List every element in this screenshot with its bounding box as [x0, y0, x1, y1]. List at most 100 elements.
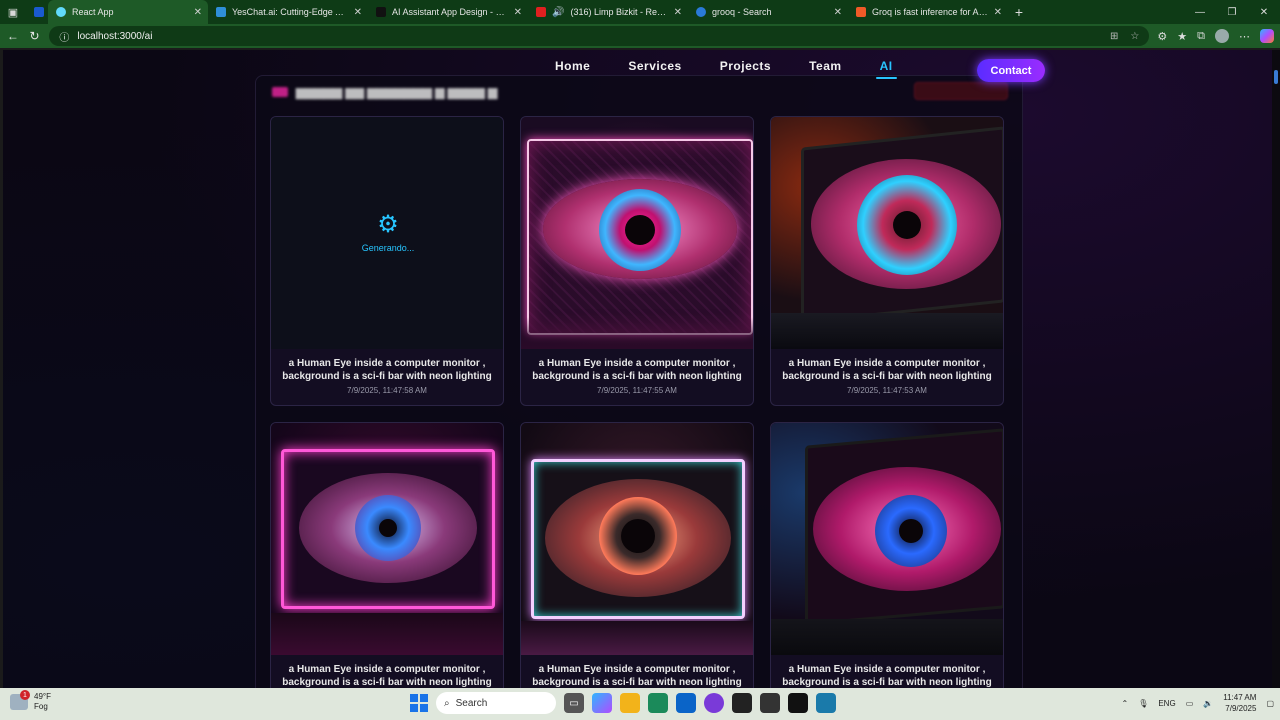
- close-tab-icon[interactable]: ✕: [994, 7, 1002, 18]
- tab-title: Groq is fast inference for AI build: [872, 7, 988, 17]
- windows-start-icon[interactable]: [410, 694, 428, 712]
- weather-widget[interactable]: 1 49°F Fog: [10, 690, 51, 712]
- minimize-icon[interactable]: —: [1184, 0, 1216, 24]
- tab-title: (316) Limp Bizkit - Re-Arrang: [570, 7, 667, 17]
- image-loading-placeholder: ⚙ Generando...: [271, 117, 503, 349]
- gallery-header-icon: [272, 87, 288, 97]
- tab-title: React App: [72, 7, 114, 17]
- generated-image[interactable]: [521, 423, 753, 655]
- search-icon: [696, 7, 706, 17]
- image-caption: a Human Eye inside a computer monitor , …: [782, 358, 992, 382]
- react-icon: [56, 7, 66, 17]
- notepad-icon[interactable]: [816, 693, 836, 713]
- loading-text: Generando...: [361, 243, 415, 253]
- volume-icon[interactable]: 🔉: [1203, 699, 1213, 708]
- notification-badge: 1: [20, 690, 30, 700]
- more-menu-icon[interactable]: ⋯: [1239, 30, 1250, 43]
- close-tab-icon[interactable]: ✕: [194, 7, 202, 18]
- page-scrollbar[interactable]: [1272, 50, 1280, 688]
- tab-youtube[interactable]: 🔊 (316) Limp Bizkit - Re-Arrang ✕: [528, 0, 688, 24]
- task-view-icon[interactable]: ▭: [564, 693, 584, 713]
- system-tray: ⌃ 🎙 ENG ▭ 🔉 11:47 AM 7/9/2025 ▢: [1121, 692, 1274, 714]
- search-icon: [34, 7, 44, 17]
- taskbar-search[interactable]: ⌕ Search: [436, 692, 556, 714]
- favorites-icon[interactable]: ★: [1177, 30, 1187, 43]
- image-card[interactable]: a Human Eye inside a computer monitor , …: [520, 422, 754, 688]
- browser-tab-strip: ▣ React App ✕ YesChat.ai: Cutting-Edge A…: [0, 0, 1280, 24]
- windows-taskbar: 1 49°F Fog ⌕ Search ▭ ⌃ 🎙 ENG ▭ 🔉 11:47 …: [0, 688, 1280, 720]
- page-viewport: Home Services Projects Team AI Contact ▆…: [3, 50, 1272, 688]
- app-icon[interactable]: [704, 693, 724, 713]
- terminal-icon[interactable]: [732, 693, 752, 713]
- taskbar-apps: ⌕ Search ▭: [410, 692, 836, 714]
- clock[interactable]: 11:47 AM 7/9/2025: [1223, 692, 1256, 714]
- nav-ai[interactable]: AI: [875, 59, 897, 79]
- chevron-up-icon[interactable]: ⌃: [1121, 699, 1128, 708]
- collections-icon[interactable]: ⧉: [1197, 30, 1205, 43]
- edge-icon[interactable]: [648, 693, 668, 713]
- file-explorer-icon[interactable]: [620, 693, 640, 713]
- tab-pinned[interactable]: [26, 0, 48, 24]
- restore-icon[interactable]: ❐: [1216, 0, 1248, 24]
- weather-desc: Fog: [34, 702, 48, 711]
- contact-button[interactable]: Contact: [977, 59, 1045, 82]
- tab-title: YesChat.ai: Cutting-Edge AI Mode: [232, 7, 348, 17]
- image-card[interactable]: a Human Eye inside a computer monitor , …: [770, 116, 1004, 406]
- image-timestamp: 7/9/2025, 11:47:55 AM: [597, 386, 677, 395]
- generated-image[interactable]: [771, 117, 1003, 349]
- tab-title: grooq - Search: [712, 7, 772, 17]
- close-tab-icon[interactable]: ✕: [514, 7, 522, 18]
- image-card[interactable]: ⚙ Generando... a Human Eye inside a comp…: [270, 116, 504, 406]
- search-icon: ⌕: [444, 697, 450, 709]
- tab-groq[interactable]: Groq is fast inference for AI build ✕: [848, 0, 1008, 24]
- app-available-icon[interactable]: ⊞: [1110, 31, 1118, 42]
- generated-image[interactable]: [271, 423, 503, 655]
- tab-actions-icon[interactable]: ▣: [0, 0, 26, 24]
- tab-yeschat[interactable]: YesChat.ai: Cutting-Edge AI Mode ✕: [208, 0, 368, 24]
- tab-title: AI Assistant App Design - Grok: [392, 7, 508, 17]
- close-tab-icon[interactable]: ✕: [354, 7, 362, 18]
- nav-team[interactable]: Team: [809, 59, 841, 73]
- network-icon[interactable]: ▭: [1186, 699, 1194, 708]
- fog-icon: 1: [10, 690, 30, 710]
- url-field[interactable]: ⓘ localhost:3000/ai ⊞ ☆: [49, 26, 1150, 46]
- outlook-icon[interactable]: [676, 693, 696, 713]
- profile-avatar[interactable]: [1215, 29, 1229, 43]
- media-icon[interactable]: [760, 693, 780, 713]
- nav-projects[interactable]: Projects: [720, 59, 771, 73]
- notifications-icon[interactable]: ▢: [1266, 699, 1274, 708]
- gear-icon: ⚙: [377, 211, 399, 238]
- audio-playing-icon[interactable]: 🔊: [552, 7, 564, 18]
- tab-search[interactable]: grooq - Search ✕: [688, 0, 848, 24]
- nav-home[interactable]: Home: [555, 59, 590, 73]
- new-tab-button[interactable]: +: [1008, 0, 1030, 24]
- back-icon[interactable]: ←: [6, 29, 20, 43]
- clear-gallery-button[interactable]: [914, 82, 1008, 100]
- generated-image[interactable]: [521, 117, 753, 349]
- capcut-icon[interactable]: [788, 693, 808, 713]
- extensions-icon[interactable]: ⚙: [1157, 30, 1167, 43]
- generated-image[interactable]: [771, 423, 1003, 655]
- tab-grok[interactable]: AI Assistant App Design - Grok ✕: [368, 0, 528, 24]
- image-timestamp: 7/9/2025, 11:47:58 AM: [347, 386, 427, 395]
- copilot-icon[interactable]: [592, 693, 612, 713]
- close-window-icon[interactable]: ✕: [1248, 0, 1280, 24]
- site-info-icon[interactable]: ⓘ: [59, 29, 69, 44]
- copilot-icon[interactable]: [1260, 29, 1274, 43]
- image-card[interactable]: a Human Eye inside a computer monitor , …: [770, 422, 1004, 688]
- groq-icon: [856, 7, 866, 17]
- scrollbar-thumb[interactable]: [1274, 70, 1278, 84]
- language-indicator[interactable]: ENG: [1158, 699, 1175, 708]
- image-card[interactable]: a Human Eye inside a computer monitor , …: [520, 116, 754, 406]
- close-tab-icon[interactable]: ✕: [834, 7, 842, 18]
- nav-services[interactable]: Services: [628, 59, 681, 73]
- microphone-icon[interactable]: 🎙: [1138, 699, 1148, 708]
- image-card[interactable]: a Human Eye inside a computer monitor , …: [270, 422, 504, 688]
- favorite-star-icon[interactable]: ☆: [1130, 31, 1139, 42]
- gallery-header: ▆▆▆▆▆ ▆▆ ▆▆▆▆▆▆▆ ▆ ▆▆▆▆ ▆: [272, 82, 497, 102]
- refresh-icon[interactable]: ↻: [28, 29, 42, 43]
- tab-react-app[interactable]: React App ✕: [48, 0, 208, 24]
- close-tab-icon[interactable]: ✕: [674, 7, 682, 18]
- image-caption: a Human Eye inside a computer monitor , …: [282, 664, 492, 688]
- site-nav: Home Services Projects Team AI: [555, 59, 897, 79]
